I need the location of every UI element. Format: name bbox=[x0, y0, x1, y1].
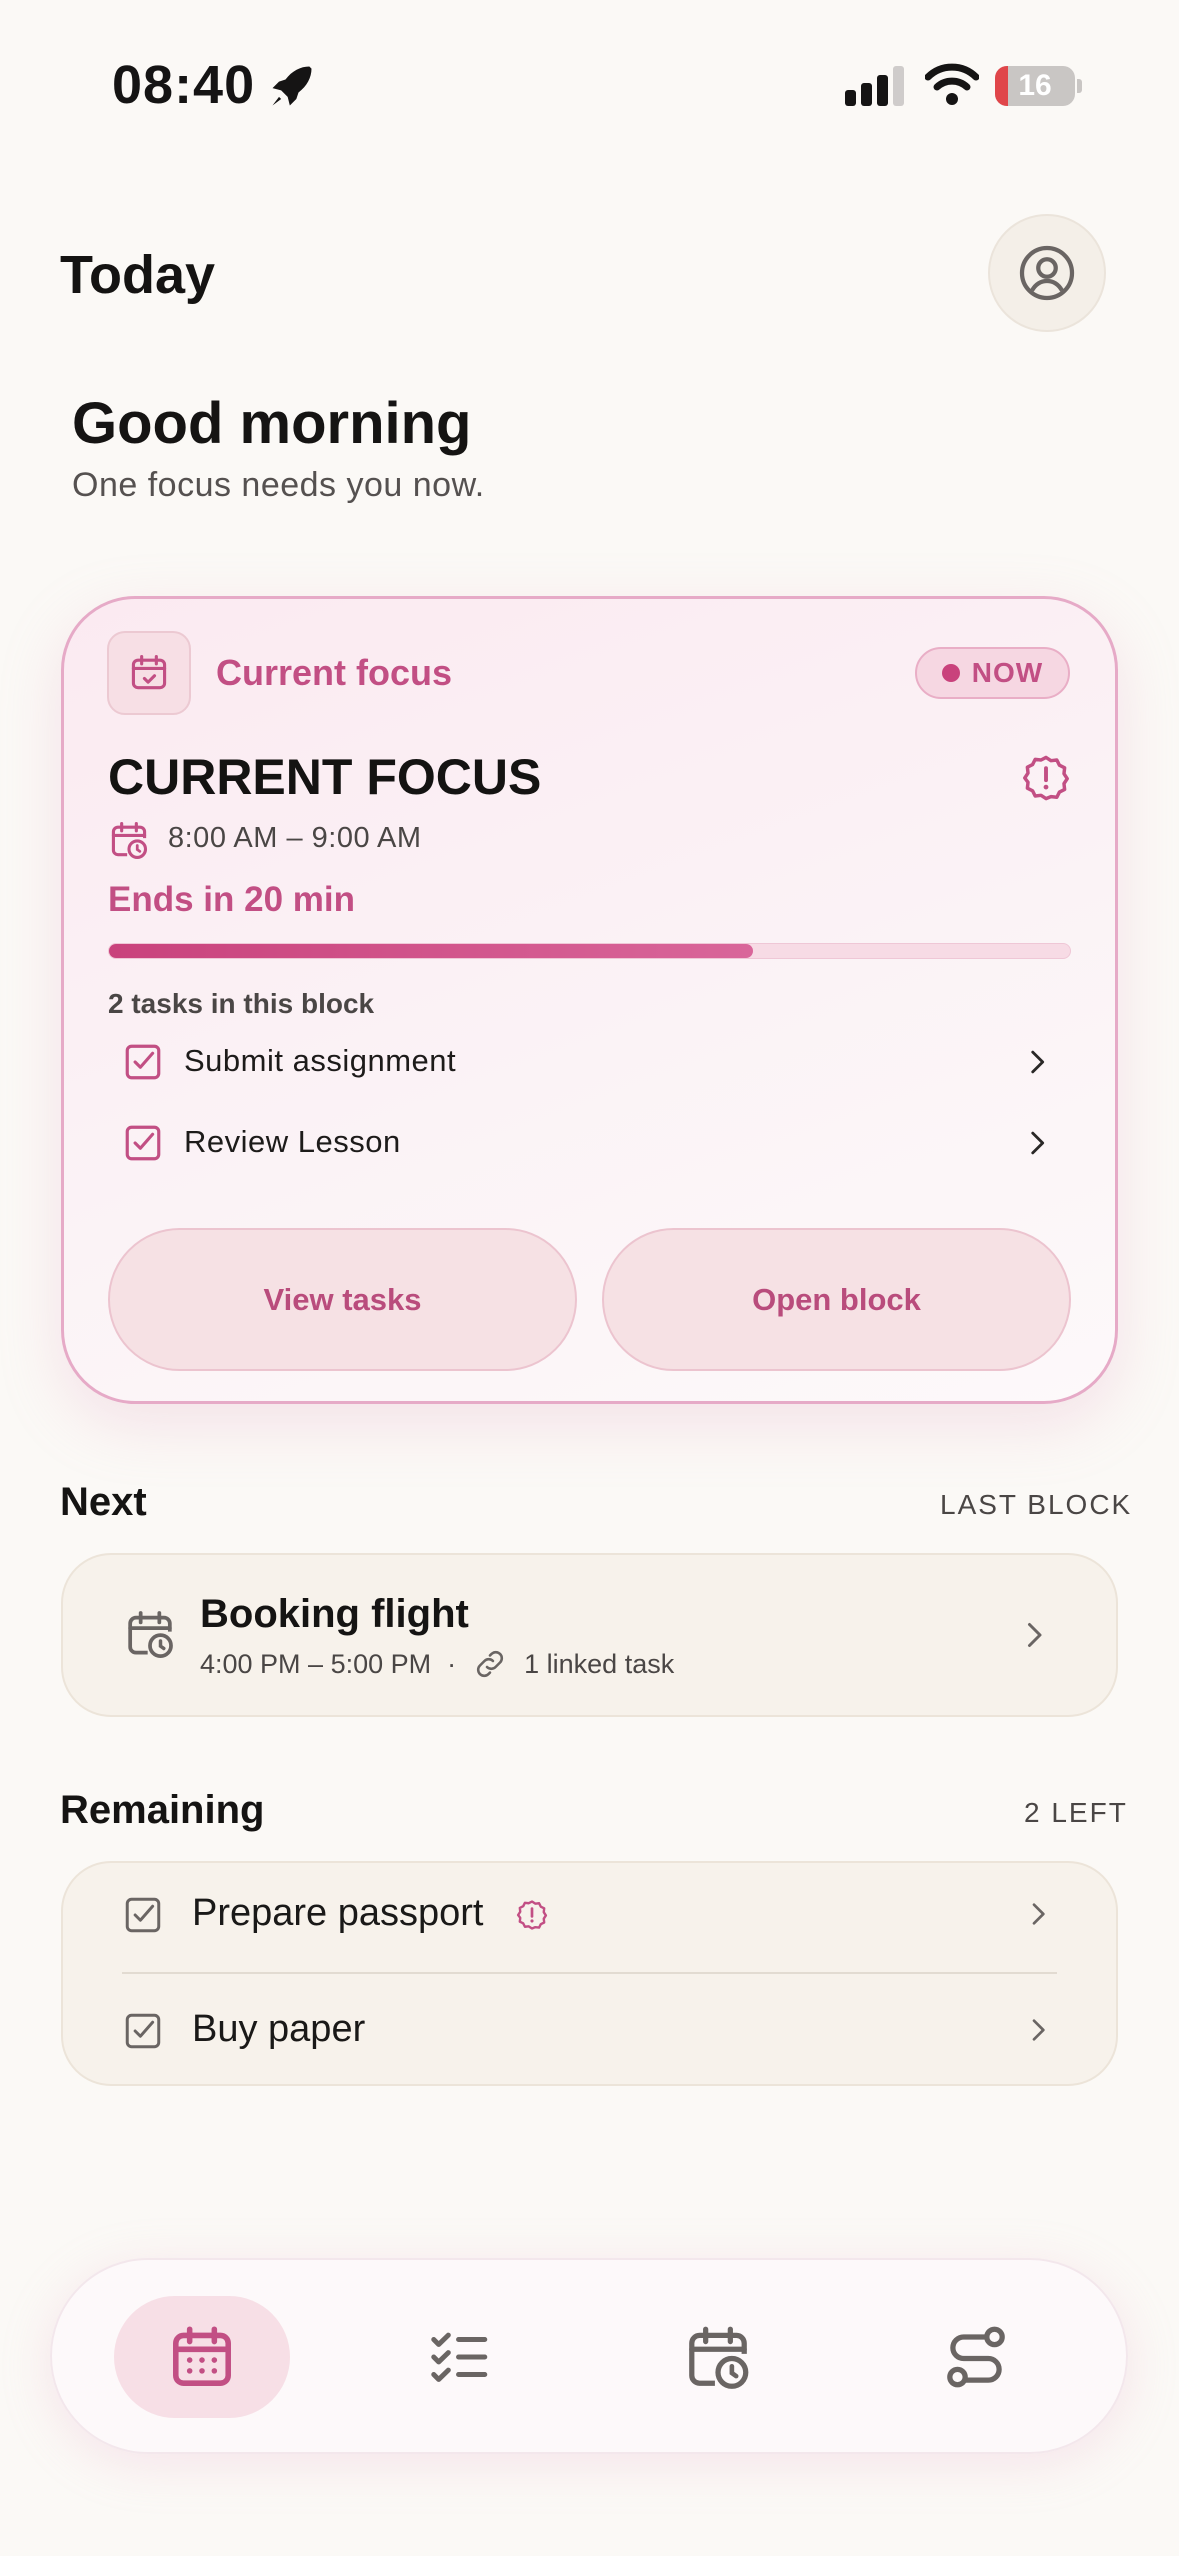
next-section-meta: LAST BLOCK bbox=[940, 1489, 1133, 1520]
remaining-task-label: Prepare passport bbox=[192, 1892, 484, 1934]
page-title: Today bbox=[60, 245, 216, 305]
checklist-icon bbox=[431, 2332, 488, 2382]
checkbox-checked-icon[interactable] bbox=[122, 2010, 164, 2052]
checkbox-checked-icon[interactable] bbox=[122, 1894, 164, 1936]
now-badge: NOW bbox=[915, 647, 1070, 699]
focus-task-row[interactable]: Submit assignment bbox=[108, 1029, 1071, 1099]
remaining-section-title: Remaining bbox=[60, 1788, 265, 1832]
focus-time-range: 8:00 AM – 9:00 AM bbox=[168, 822, 422, 854]
alert-badge-icon bbox=[516, 1900, 548, 1930]
status-time: 08:40 bbox=[112, 55, 256, 115]
wifi-icon bbox=[925, 63, 979, 105]
linked-task-count: 1 linked task bbox=[524, 1648, 675, 1679]
checkbox-checked-icon[interactable] bbox=[122, 1122, 164, 1164]
chevron-right-icon bbox=[1031, 1131, 1045, 1155]
profile-button[interactable] bbox=[988, 214, 1106, 332]
remaining-task-row[interactable]: Prepare passport bbox=[122, 1876, 1062, 1956]
calendar-clock-icon bbox=[689, 2326, 749, 2389]
focus-tasks-count: 2 tasks in this block bbox=[108, 988, 375, 1019]
calendar-clock-icon bbox=[128, 1611, 173, 1659]
focus-card-label: Current focus bbox=[216, 652, 453, 693]
greeting-title: Good morning bbox=[72, 391, 472, 456]
remaining-section-meta: 2 LEFT bbox=[1024, 1797, 1128, 1828]
focus-progress-bar bbox=[108, 943, 1071, 959]
alert-badge-icon[interactable] bbox=[1020, 752, 1072, 804]
rocket-icon bbox=[272, 66, 312, 106]
next-block-meta: 4:00 PM – 5:00 PM · 1 linked task bbox=[200, 1646, 674, 1682]
cellular-signal-icon bbox=[845, 66, 904, 106]
calendar-check-icon bbox=[131, 654, 167, 690]
view-tasks-button[interactable]: View tasks bbox=[108, 1228, 577, 1371]
focus-task-row[interactable]: Review Lesson bbox=[108, 1110, 1071, 1180]
chevron-right-icon bbox=[1032, 1903, 1045, 1925]
chevron-right-icon bbox=[1028, 1623, 1042, 1647]
today-screen: 08:40 16 Today Good morning One focus ne… bbox=[0, 0, 1179, 2556]
battery-level: 16 bbox=[1018, 69, 1052, 102]
calendar-icon bbox=[173, 2326, 231, 2386]
next-section-title: Next bbox=[60, 1480, 147, 1524]
tab-routines[interactable] bbox=[888, 2296, 1064, 2418]
open-block-button[interactable]: Open block bbox=[602, 1228, 1071, 1371]
focus-ends-text: Ends in 20 min bbox=[108, 880, 355, 919]
focus-progress-fill bbox=[109, 944, 753, 958]
focus-task-label: Review Lesson bbox=[184, 1124, 401, 1159]
focus-task-label: Submit assignment bbox=[184, 1043, 457, 1078]
remaining-task-label: Buy paper bbox=[192, 2008, 366, 2050]
battery-indicator: 16 bbox=[995, 66, 1082, 106]
remaining-task-row[interactable]: Buy paper bbox=[122, 1992, 1062, 2072]
tab-today[interactable] bbox=[114, 2296, 290, 2418]
next-block-time: 4:00 PM – 5:00 PM bbox=[200, 1648, 432, 1679]
list-divider bbox=[122, 1972, 1057, 1974]
link-icon bbox=[477, 1650, 504, 1678]
checkbox-checked-icon[interactable] bbox=[122, 1041, 164, 1083]
focus-block-icon-tile bbox=[107, 631, 191, 715]
chevron-right-icon bbox=[1031, 1050, 1045, 1074]
greeting-subtitle: One focus needs you now. bbox=[72, 466, 485, 504]
tab-schedule[interactable] bbox=[630, 2296, 806, 2418]
user-circle-icon bbox=[1019, 245, 1075, 301]
focus-block-title: CURRENT FOCUS bbox=[108, 749, 542, 805]
calendar-clock-icon bbox=[111, 821, 148, 859]
tab-tasks[interactable] bbox=[372, 2296, 548, 2418]
next-block-title: Booking flight bbox=[200, 1592, 469, 1636]
meta-separator: · bbox=[447, 1648, 457, 1679]
routes-icon bbox=[947, 2326, 1005, 2388]
live-dot-icon bbox=[941, 664, 960, 682]
now-badge-label: NOW bbox=[971, 657, 1044, 688]
chevron-right-icon bbox=[1032, 2019, 1045, 2041]
